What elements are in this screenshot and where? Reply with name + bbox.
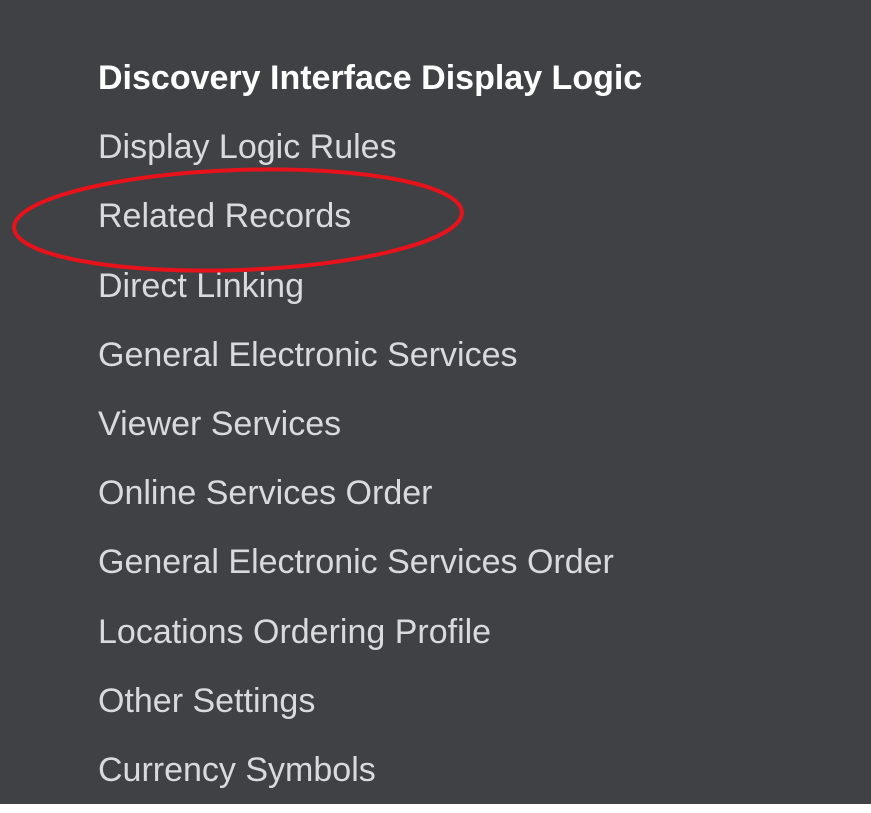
menu-section-title: Discovery Interface Display Logic [98,59,643,97]
menu-item-direct-linking[interactable]: Direct Linking [98,260,642,329]
menu-item-online-services-order[interactable]: Online Services Order [98,467,642,536]
menu-item-display-logic-rules[interactable]: Display Logic Rules [98,121,642,190]
menu-list: Discovery Interface Display Logic Displa… [98,52,642,813]
menu-item-currency-symbols[interactable]: Currency Symbols [98,744,642,813]
menu-item-general-electronic-services-order[interactable]: General Electronic Services Order [98,536,642,605]
menu-item-general-electronic-services[interactable]: General Electronic Services [98,329,642,398]
menu-item-other-settings[interactable]: Other Settings [98,675,642,744]
menu-item-locations-ordering-profile[interactable]: Locations Ordering Profile [98,606,642,675]
menu-item-viewer-services[interactable]: Viewer Services [98,398,642,467]
menu-item-related-records[interactable]: Related Records [98,190,642,259]
menu-panel: Discovery Interface Display Logic Displa… [0,0,871,804]
